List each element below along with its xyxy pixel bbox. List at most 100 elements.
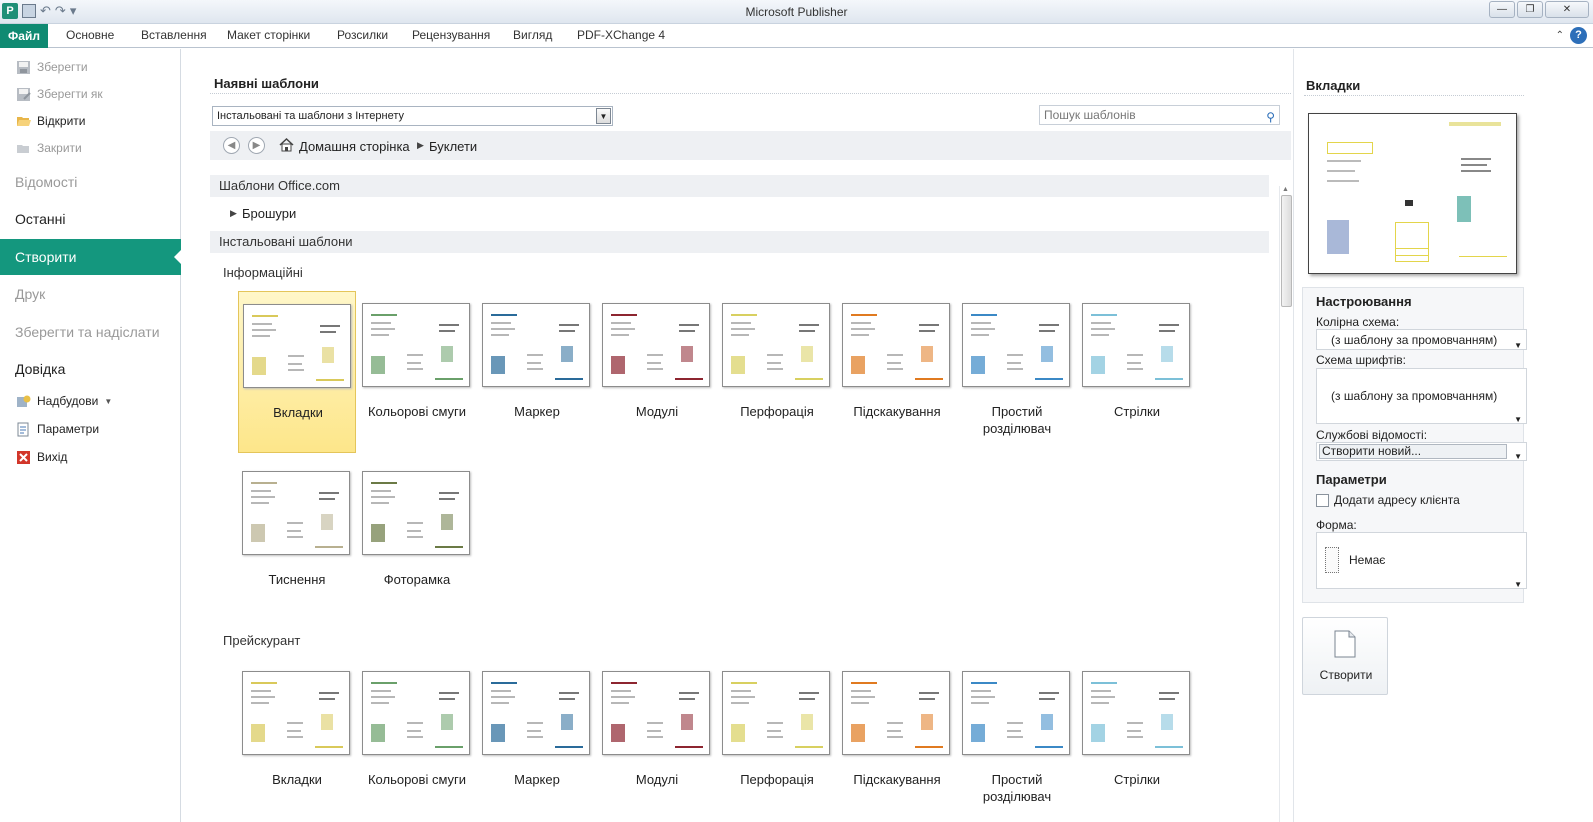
save-command[interactable]: Зберегти — [16, 57, 88, 77]
template-thumbnail — [1082, 303, 1190, 387]
form-select[interactable]: Немає ▼ — [1316, 532, 1527, 589]
business-info-select[interactable]: Створити новий... ▼ — [1316, 442, 1527, 461]
home-icon[interactable] — [279, 137, 294, 152]
template-tile-modules[interactable]: Модулі — [598, 659, 716, 821]
nav-new[interactable]: Створити — [0, 239, 182, 275]
template-tile-photo-frame[interactable]: Фоторамка — [358, 459, 476, 621]
template-label: Кольорові смуги — [367, 772, 467, 787]
breadcrumb-separator-icon: ▶ — [417, 140, 424, 150]
tab-pdf-xchange[interactable]: PDF-XChange 4 — [577, 28, 665, 42]
template-search-input[interactable]: Пошук шаблонів ⚲ — [1039, 105, 1280, 125]
template-tile-bounce[interactable]: Підскакування — [838, 659, 956, 821]
template-tile-color-bands[interactable]: Кольорові смуги — [358, 659, 476, 821]
help-icon[interactable]: ? — [1570, 27, 1587, 44]
open-command[interactable]: Відкрити — [16, 111, 86, 131]
save-icon — [17, 60, 30, 74]
font-scheme-label: Схема шрифтів: — [1316, 353, 1406, 367]
create-button-label: Створити — [1319, 668, 1373, 682]
exit-command[interactable]: Вихід — [16, 447, 67, 467]
tab-view[interactable]: Вигляд — [513, 28, 552, 42]
tab-mailings[interactable]: Розсилки — [337, 28, 388, 42]
template-tile-tabs[interactable]: Вкладки — [238, 291, 356, 453]
template-tile-bounce[interactable]: Підскакування — [838, 291, 956, 453]
form-value: Немає — [1349, 553, 1386, 567]
save-label: Зберегти — [37, 60, 88, 74]
tab-insert[interactable]: Вставлення — [141, 28, 207, 42]
template-tile-tabs[interactable]: Вкладки — [238, 659, 356, 821]
window-controls: — ❐ ✕ — [1489, 1, 1589, 18]
search-icon[interactable]: ⚲ — [1266, 108, 1275, 126]
create-button[interactable]: Створити — [1302, 617, 1388, 695]
template-tile-marker[interactable]: Маркер — [478, 291, 596, 453]
selected-template-title: Вкладки — [1306, 78, 1361, 93]
expand-arrow-icon[interactable]: ▶ — [230, 208, 237, 219]
close-window-button[interactable]: ✕ — [1545, 1, 1589, 18]
business-info-value: Створити новий... — [1319, 444, 1507, 459]
template-tile-embossing[interactable]: Тиснення — [238, 459, 356, 621]
template-thumbnail — [602, 671, 710, 755]
options-label: Параметри — [37, 422, 100, 436]
customer-address-checkbox[interactable] — [1316, 494, 1329, 507]
scroll-up-icon[interactable]: ▲ — [1282, 186, 1289, 193]
maximize-button[interactable]: ❐ — [1517, 1, 1543, 18]
template-tile-arrows[interactable]: Стрілки — [1078, 291, 1196, 453]
brochures-item[interactable]: Брошури — [242, 206, 296, 221]
template-thumbnail — [602, 303, 710, 387]
template-thumbnail — [842, 303, 950, 387]
minimize-button[interactable]: — — [1489, 1, 1515, 18]
template-tile-simple-divider[interactable]: Простий розділювач — [958, 659, 1076, 821]
template-thumbnail — [362, 471, 470, 555]
template-tile-arrows[interactable]: Стрілки — [1078, 659, 1196, 821]
forward-button[interactable]: ▶ — [248, 137, 265, 154]
ribbon-tabs: Файл Основне Вставлення Макет сторінки Р… — [0, 24, 1593, 48]
minimize-ribbon-icon[interactable]: ⌃ — [1556, 30, 1564, 41]
template-preview — [1308, 113, 1517, 274]
nav-recent[interactable]: Останні — [0, 201, 181, 237]
exit-label: Вихід — [37, 450, 68, 464]
search-placeholder: Пошук шаблонів — [1044, 108, 1136, 122]
nav-save-send[interactable]: Зберегти та надіслати — [0, 314, 181, 350]
window-title: Microsoft Publisher — [745, 5, 848, 19]
template-tile-modules[interactable]: Модулі — [598, 291, 716, 453]
breadcrumb: ◀ ▶ Домашня сторінка ▶ Буклети — [210, 131, 1291, 160]
breadcrumb-home[interactable]: Домашня сторінка — [299, 139, 410, 154]
nav-help[interactable]: Довідка — [0, 351, 181, 387]
template-tile-simple-divider[interactable]: Простий розділювач — [958, 291, 1076, 453]
back-button[interactable]: ◀ — [223, 137, 240, 154]
templates-scrollbar[interactable]: ▲ — [1279, 186, 1292, 822]
template-thumbnail — [1082, 671, 1190, 755]
template-tile-perforation[interactable]: Перфорація — [718, 659, 836, 821]
exit-icon — [17, 450, 30, 464]
template-label: Перфорація — [740, 772, 814, 787]
customer-address-label: Додати адресу клієнта — [1334, 493, 1460, 507]
available-templates-heading: Наявні шаблони — [214, 76, 319, 91]
template-settings-panel: Вкладки Настроювання Колірна схема: (з ш… — [1293, 49, 1593, 822]
save-as-command[interactable]: Зберегти як — [16, 84, 103, 104]
tab-file[interactable]: Файл — [0, 24, 48, 48]
ribbon-right-controls: ⌃ ? — [1556, 27, 1587, 44]
scrollbar-thumb[interactable] — [1281, 195, 1292, 307]
office-templates-section: Шаблони Office.com — [210, 175, 1269, 197]
options-command[interactable]: Параметри — [16, 419, 99, 439]
template-tile-perforation[interactable]: Перфорація — [718, 291, 836, 453]
nav-info[interactable]: Відомості — [0, 164, 181, 200]
addins-icon — [17, 395, 31, 407]
breadcrumb-current: Буклети — [429, 139, 478, 154]
nav-print[interactable]: Друк — [0, 276, 181, 312]
color-scheme-select[interactable]: (з шаблону за промовчанням) ▼ — [1316, 329, 1527, 350]
templates-main: Наявні шаблони Інстальовані та шаблони з… — [182, 49, 1292, 822]
template-source-select[interactable]: Інстальовані та шаблони з Інтернету ▼ — [212, 106, 613, 126]
template-tile-color-bands[interactable]: Кольорові смуги — [358, 291, 476, 453]
color-scheme-value: (з шаблону за промовчанням) — [1331, 333, 1498, 347]
close-command[interactable]: Закрити — [16, 138, 82, 158]
open-label: Відкрити — [37, 114, 86, 128]
font-scheme-select[interactable]: (з шаблону за промовчанням) ▼ — [1316, 368, 1527, 424]
template-thumbnail — [482, 303, 590, 387]
tab-page-layout[interactable]: Макет сторінки — [227, 28, 310, 42]
tab-review[interactable]: Рецензування — [412, 28, 490, 42]
tab-home[interactable]: Основне — [66, 28, 114, 42]
template-tile-marker[interactable]: Маркер — [478, 659, 596, 821]
chevron-down-icon[interactable]: ▼ — [596, 108, 611, 124]
addins-command[interactable]: Надбудови ▼ — [16, 391, 112, 411]
group-price-list: Прейскурант — [223, 633, 301, 648]
